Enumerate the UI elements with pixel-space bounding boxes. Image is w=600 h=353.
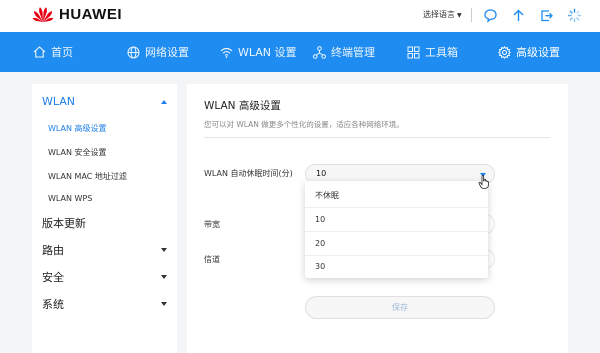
language-label: 选择语言 (423, 10, 455, 19)
arrow-up-icon[interactable] (509, 6, 527, 24)
dropdown-option[interactable]: 不休眠 (305, 184, 488, 208)
toolbox-icon (407, 46, 420, 58)
page-title: WLAN 高级设置 (204, 100, 281, 112)
dropdown-option[interactable]: 10 (305, 208, 488, 232)
nav-label: 高级设置 (516, 46, 560, 59)
sidebar-item-wlan-wps[interactable]: WLAN WPS (48, 194, 167, 203)
nav-label: 网络设置 (145, 46, 189, 59)
chevron-down-icon: ▼ (457, 12, 462, 19)
sidebar-item-label: WLAN 安全设置 (48, 148, 107, 157)
nav-item-advanced-settings[interactable]: 高级设置 (498, 32, 560, 72)
home-icon (33, 46, 46, 58)
nav-label: 首页 (51, 46, 73, 59)
nav-label: 工具箱 (425, 46, 458, 59)
nav-item-device-management[interactable]: 终端管理 (313, 32, 375, 72)
sleep-time-value: 10 (316, 169, 327, 178)
huawei-logo: HUAWEI (32, 6, 122, 23)
brand-name: HUAWEI (59, 6, 122, 23)
wifi-icon (220, 47, 233, 58)
hand-cursor-icon (478, 175, 489, 189)
sidebar-group-router[interactable]: 路由 (42, 242, 167, 258)
nav-item-wlan-settings[interactable]: WLAN 设置 (220, 32, 297, 72)
loading-spinner-icon[interactable] (565, 6, 583, 24)
gear-icon (498, 45, 511, 59)
sidebar-item-label: 版本更新 (42, 217, 86, 230)
sidebar-group-wlan[interactable]: WLAN (42, 95, 167, 108)
chevron-down-icon (161, 275, 167, 279)
chat-bubble-icon[interactable] (481, 6, 499, 24)
sidebar-item-label: WLAN WPS (48, 194, 93, 203)
sleep-time-label: WLAN 自动休眠时间(分) (204, 169, 293, 178)
nav-item-home[interactable]: 首页 (33, 32, 73, 72)
top-header: HUAWEI 选择语言 ▼ (0, 0, 600, 32)
sidebar-item-label: WLAN 高级设置 (48, 124, 107, 133)
save-button[interactable]: 保存 (305, 296, 495, 319)
language-selector[interactable]: 选择语言 ▼ (423, 9, 462, 20)
bandwidth-label: 带宽 (204, 220, 220, 229)
divider (204, 137, 550, 138)
sidebar-item-version-update[interactable]: 版本更新 (42, 215, 167, 231)
sidebar-item-wlan-advanced[interactable]: WLAN 高级设置 (48, 123, 167, 134)
sidebar-item-label: 路由 (42, 244, 64, 257)
sidebar-item-label: WLAN MAC 地址过滤 (48, 172, 127, 181)
dropdown-option[interactable]: 20 (305, 232, 488, 256)
dropdown-option[interactable]: 30 (305, 254, 488, 278)
logout-icon[interactable] (537, 6, 555, 24)
nav-item-toolbox[interactable]: 工具箱 (407, 32, 458, 72)
devices-icon (313, 45, 326, 59)
sidebar-item-label: WLAN (42, 95, 76, 108)
chevron-up-icon (161, 99, 167, 104)
nav-label: WLAN 设置 (238, 46, 297, 59)
chevron-down-icon (161, 302, 167, 306)
main-nav: 首页 网络设置 WLAN 设置 终端管理 工具箱 高级设置 (0, 32, 600, 72)
huawei-flower-icon (32, 7, 54, 22)
sidebar-item-wlan-security[interactable]: WLAN 安全设置 (48, 147, 167, 158)
sidebar-group-system[interactable]: 系统 (42, 296, 167, 312)
header-divider (471, 8, 472, 22)
nav-label: 终端管理 (331, 46, 375, 59)
sidebar-item-label: 安全 (42, 271, 64, 284)
sidebar: WLAN WLAN 高级设置 WLAN 安全设置 WLAN MAC 地址过滤 W… (32, 84, 177, 353)
sidebar-group-security[interactable]: 安全 (42, 269, 167, 285)
sidebar-item-label: 系统 (42, 298, 64, 311)
globe-icon (127, 46, 140, 58)
sidebar-item-wlan-mac-filter[interactable]: WLAN MAC 地址过滤 (48, 171, 167, 182)
nav-item-network-settings[interactable]: 网络设置 (127, 32, 189, 72)
sleep-time-dropdown: 不休眠 10 20 30 (305, 181, 488, 278)
channel-label: 信道 (204, 255, 220, 264)
page-description: 您可以对 WLAN 做更多个性化的设置，适应各种网络环境。 (204, 120, 404, 129)
chevron-down-icon (161, 248, 167, 252)
